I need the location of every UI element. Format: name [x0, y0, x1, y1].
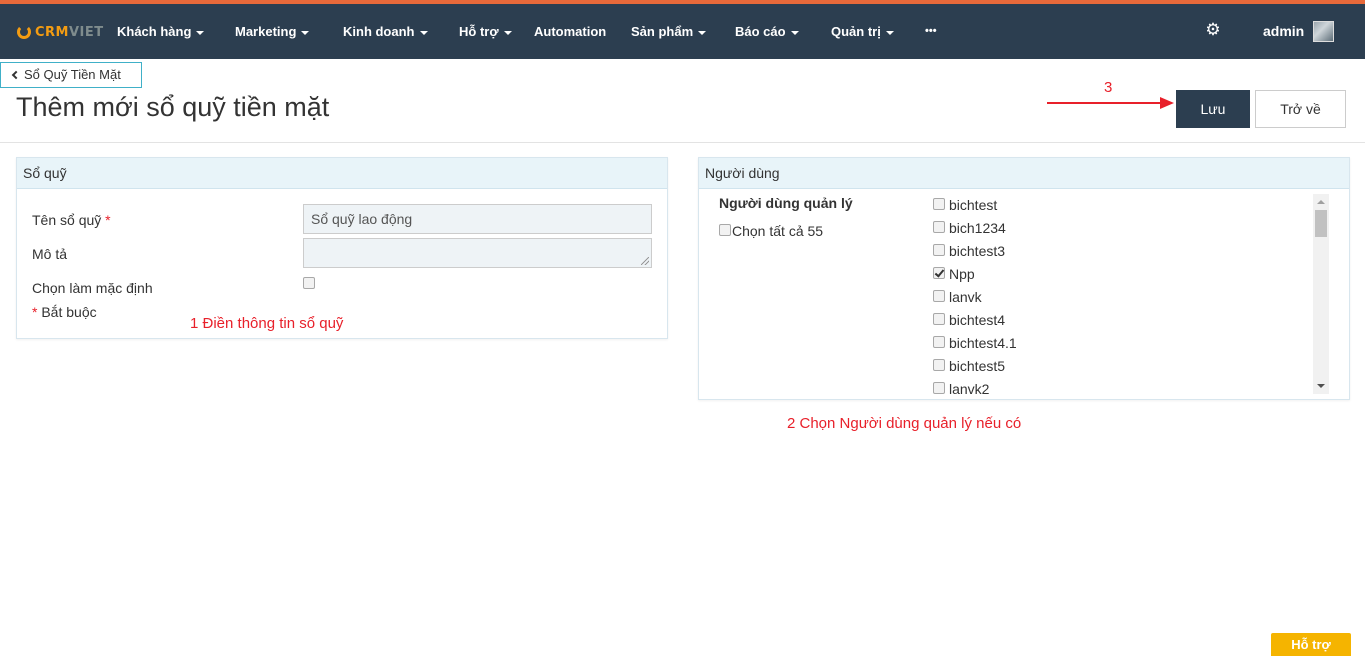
- logo-text-a: CRM: [35, 24, 69, 40]
- fund-panel-title: Sổ quỹ: [17, 158, 667, 189]
- header-divider: [0, 142, 1365, 143]
- nav-more-icon[interactable]: •••: [925, 4, 937, 59]
- manager-label: Người dùng quản lý: [719, 195, 853, 211]
- crmviet-logo[interactable]: CRMVIET: [17, 22, 104, 42]
- description-textarea[interactable]: [303, 238, 652, 268]
- caret-down-icon: [301, 30, 310, 35]
- annotation-step-1: 1 Điền thông tin sổ quỹ: [190, 315, 344, 332]
- nav-item-kinh-doanh[interactable]: Kinh doanh: [343, 4, 428, 59]
- description-label: Mô tả: [32, 246, 68, 262]
- scroll-thumb[interactable]: [1315, 210, 1327, 237]
- caret-down-icon: [503, 30, 512, 35]
- user-checkbox[interactable]: [933, 244, 945, 256]
- nav-item-san-pham[interactable]: Sản phẩm: [631, 4, 707, 59]
- scroll-up-icon[interactable]: [1317, 200, 1325, 204]
- user-checkbox-list: bichtest bich1234 bichtest3 Npp lanvk bi…: [933, 196, 1113, 396]
- page-title: Thêm mới sổ quỹ tiền mặt: [16, 92, 330, 122]
- fund-name-input[interactable]: [303, 204, 652, 234]
- user-panel: Người dùng Người dùng quản lý Chọn tất c…: [698, 157, 1350, 400]
- annotation-step-2: 2 Chọn Người dùng quản lý nếu có: [787, 415, 1022, 432]
- user-checkbox[interactable]: [933, 313, 945, 325]
- user-panel-title: Người dùng: [699, 158, 1349, 189]
- select-all-label[interactable]: Chọn tất cả 55: [732, 223, 823, 239]
- nav-item-automation[interactable]: Automation: [534, 4, 606, 59]
- resize-grip-icon[interactable]: [641, 257, 649, 265]
- caret-down-icon: [196, 30, 205, 35]
- user-checkbox[interactable]: [933, 198, 945, 210]
- user-checkbox[interactable]: [933, 359, 945, 371]
- user-checkbox[interactable]: [933, 221, 945, 233]
- fund-name-label: Tên sổ quỹ *: [32, 212, 111, 228]
- annotation-arrow: [1047, 102, 1167, 104]
- logo-text-b: VIET: [69, 24, 104, 40]
- nav-item-ho-tro[interactable]: Hỗ trợ: [459, 4, 512, 59]
- user-list-scrollbar[interactable]: [1313, 194, 1329, 394]
- select-all-checkbox[interactable]: [719, 224, 731, 236]
- nav-item-khach-hang[interactable]: Khách hàng: [117, 4, 205, 59]
- caret-down-icon: [790, 30, 799, 35]
- caret-down-icon: [885, 30, 894, 35]
- nav-item-marketing[interactable]: Marketing: [235, 4, 310, 59]
- required-note: * Bắt buộc: [32, 304, 97, 320]
- nav-item-bao-cao[interactable]: Báo cáo: [735, 4, 799, 59]
- user-checkbox[interactable]: [933, 336, 945, 348]
- annotation-step-3: 3: [1104, 79, 1113, 96]
- main-navbar: CRMVIET Khách hàng Marketing Kinh doanh …: [0, 4, 1365, 59]
- user-checkbox[interactable]: [933, 267, 945, 279]
- required-mark: *: [105, 212, 111, 228]
- support-button[interactable]: Hỗ trợ: [1271, 633, 1351, 656]
- scroll-down-icon[interactable]: [1317, 384, 1325, 388]
- set-default-label: Chọn làm mặc định: [32, 280, 153, 296]
- save-button[interactable]: Lưu: [1176, 90, 1250, 128]
- gear-icon[interactable]: ⚙: [1204, 21, 1222, 39]
- chevron-left-icon: [11, 70, 21, 80]
- user-checkbox[interactable]: [933, 290, 945, 302]
- back-to-cash-fund-button[interactable]: Sổ Quỹ Tiền Mặt: [0, 62, 142, 88]
- user-menu[interactable]: admin: [1263, 4, 1304, 59]
- caret-down-icon: [698, 30, 707, 35]
- logo-icon: [17, 25, 31, 39]
- caret-down-icon: [419, 30, 428, 35]
- set-default-checkbox[interactable]: [303, 277, 315, 289]
- return-button[interactable]: Trở về: [1255, 90, 1346, 128]
- fund-info-panel: Sổ quỹ Tên sổ quỹ * Mô tả Chọn làm mặc đ…: [16, 157, 668, 339]
- nav-item-quan-tri[interactable]: Quản trị: [831, 4, 894, 59]
- user-checkbox[interactable]: [933, 382, 945, 394]
- annotation-arrow-head: [1160, 97, 1174, 109]
- avatar[interactable]: [1313, 21, 1334, 42]
